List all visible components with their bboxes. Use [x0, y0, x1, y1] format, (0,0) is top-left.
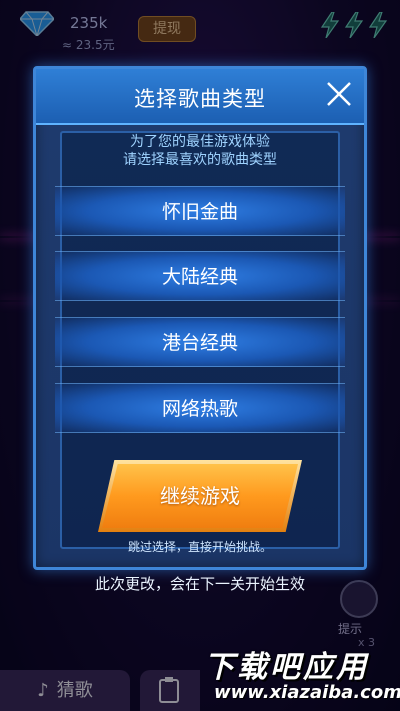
- genre-button-nostalgic[interactable]: 怀旧金曲: [55, 186, 345, 236]
- close-icon[interactable]: [322, 77, 356, 111]
- footer-note: 此次更改，会在下一关开始生效: [94, 575, 305, 593]
- genre-button-internet-hits[interactable]: 网络热歌: [55, 383, 345, 433]
- dialog-subtitle-line2: 请选择最喜欢的歌曲类型: [123, 152, 277, 168]
- skip-selection-link[interactable]: 跳过选择，直接开始挑战。: [0, 538, 400, 555]
- dialog-subtitle-line1: 为了您的最佳游戏体验: [130, 134, 270, 150]
- watermark-title: 下载吧应用: [204, 650, 369, 685]
- watermark-url: www.xiazaiba.com: [214, 682, 400, 703]
- genre-button-hk-tw-classics[interactable]: 港台经典: [55, 317, 345, 367]
- watermark: 下载吧应用 www.xiazaiba.com: [204, 642, 400, 708]
- genre-button-mainland-classics[interactable]: 大陆经典: [55, 251, 345, 301]
- dialog-title: 选择歌曲类型: [134, 87, 266, 111]
- dialog-header: 选择歌曲类型: [36, 69, 364, 125]
- continue-game-button[interactable]: 继续游戏: [102, 464, 298, 528]
